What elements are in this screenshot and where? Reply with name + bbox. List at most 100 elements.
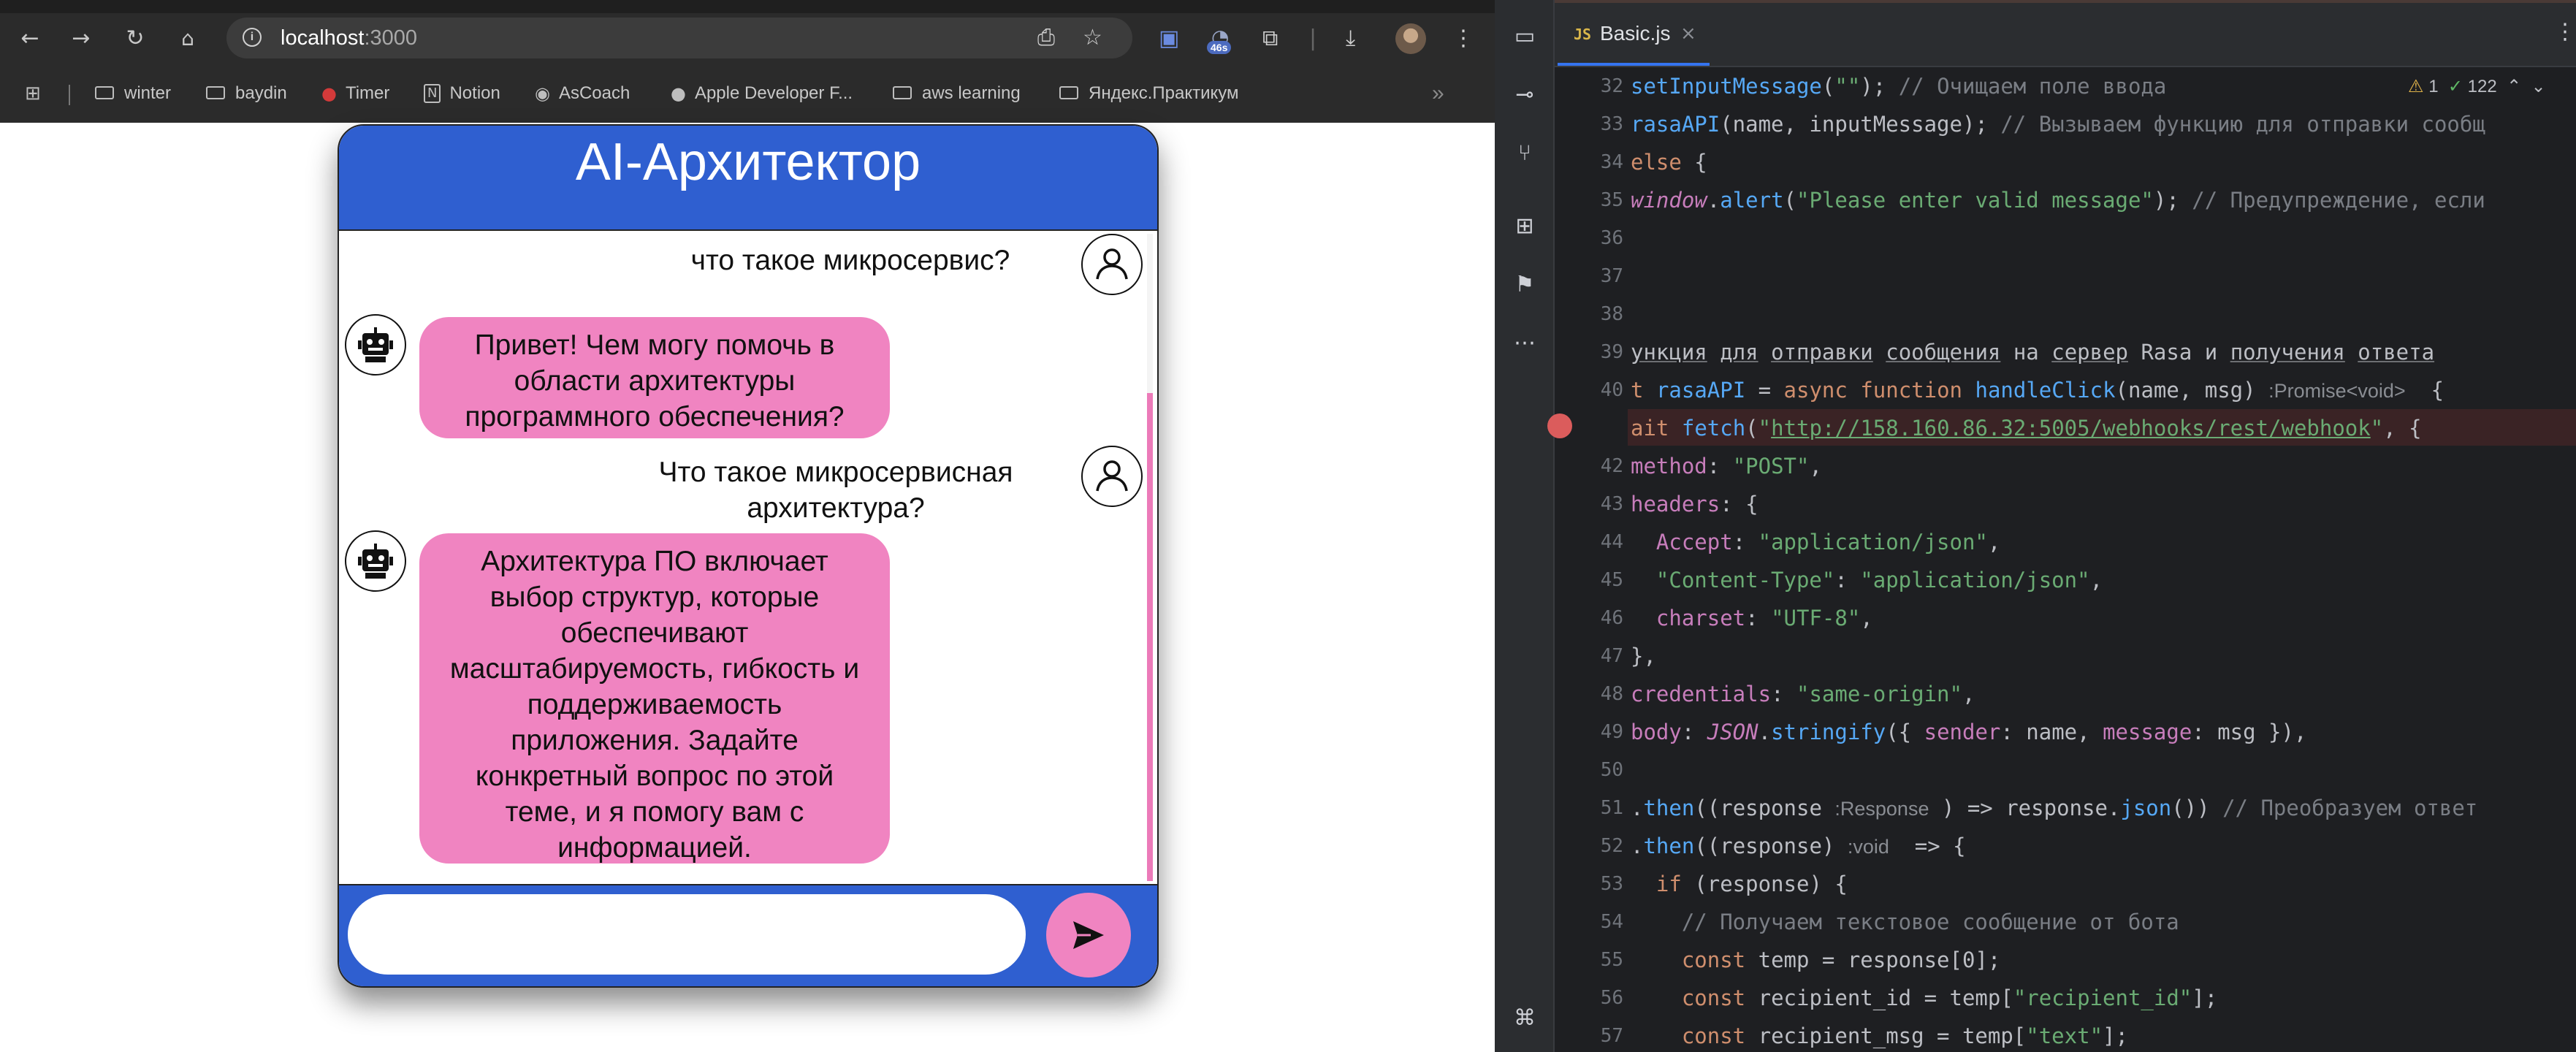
reload-icon[interactable]: ↻ — [120, 23, 150, 54]
editor-tab-label: Basic.js — [1600, 22, 1671, 45]
commit-icon[interactable]: ⊸ — [1510, 80, 1539, 110]
profile-avatar[interactable] — [1395, 23, 1426, 54]
line-number: 56 — [1600, 987, 1623, 1009]
site-info-icon[interactable]: i — [243, 28, 262, 47]
line-number: 46 — [1600, 607, 1623, 629]
line-number: 39 — [1600, 341, 1623, 363]
download-icon[interactable]: ⤓ — [1346, 25, 1355, 53]
bookmark-baydin[interactable]: baydin — [206, 79, 287, 108]
line-number: 34 — [1600, 151, 1623, 173]
bookmark-apple-developer[interactable]: ● Apple Developer F... — [671, 79, 853, 108]
bookmark-star-icon[interactable]: ☆ — [1083, 25, 1102, 51]
code-line[interactable]: t rasaAPI = async function handleClick(n… — [1631, 371, 2444, 410]
code-line[interactable]: rasaAPI(name, inputMessage); // Вызываем… — [1631, 105, 2485, 143]
code-line[interactable]: const temp = response[0]; — [1631, 941, 2001, 979]
apps-grid-icon[interactable]: ⊞ — [25, 79, 50, 108]
line-number: 44 — [1600, 531, 1623, 553]
close-icon[interactable]: × — [1680, 20, 1696, 47]
folder-icon — [206, 85, 225, 99]
bookmark-ascoach[interactable]: ◉ AsCoach — [535, 79, 630, 108]
bookmarks-bar: ⊞ winter baydin ● Timer N Notion ◉ AsCoach … — [0, 64, 1495, 123]
line-number: 35 — [1600, 189, 1623, 211]
url-port: :3000 — [364, 26, 418, 50]
line-number: 38 — [1600, 303, 1623, 325]
home-icon[interactable]: ⌂ — [172, 23, 203, 54]
send-button[interactable] — [1046, 893, 1131, 977]
address-bar[interactable]: i localhost:3000 ⎙ ☆ — [226, 18, 1132, 58]
line-number: 53 — [1600, 873, 1623, 895]
code-line[interactable]: const recipient_msg = temp["text"]; — [1631, 1017, 2128, 1052]
back-icon[interactable]: ← — [15, 23, 45, 54]
code-line[interactable]: ait fetch("http://158.160.86.32:5005/web… — [1631, 409, 2422, 447]
bot-avatar-icon — [345, 314, 406, 376]
line-number: 48 — [1600, 683, 1623, 705]
extensions-icon[interactable]: ⧉ — [1262, 25, 1278, 53]
timer-icon: ● — [321, 83, 337, 104]
code-line[interactable]: setInputMessage(""); // Очищаем поле вво… — [1631, 67, 2166, 105]
bookmark-notion[interactable]: N Notion — [424, 79, 500, 108]
bookmark-timer[interactable]: ● Timer — [321, 79, 389, 108]
code-line[interactable]: Accept: "application/json", — [1631, 523, 2000, 561]
pull-requests-icon[interactable]: ⑂ — [1510, 139, 1539, 168]
code-line[interactable]: method: "POST", — [1631, 447, 1822, 485]
chat-header: AI-Архитектор — [339, 126, 1157, 231]
timer-extension-icon[interactable]: ◔ 46s — [1207, 25, 1238, 56]
bookmark-winter[interactable]: winter — [95, 79, 171, 108]
bookmarks-icon[interactable]: ⚑ — [1510, 270, 1539, 300]
code-line[interactable]: "Content-Type": "application/json", — [1631, 561, 2103, 599]
bookmarks-overflow-icon[interactable]: » — [1432, 79, 1444, 108]
project-folder-icon[interactable]: ▭ — [1510, 22, 1539, 51]
code-line[interactable]: .then((response :Response ) => response.… — [1631, 789, 2477, 828]
code-line[interactable]: body: JSON.stringify({ sender: name, mes… — [1631, 713, 2306, 751]
line-number: 47 — [1600, 645, 1623, 667]
code-line[interactable]: headers: { — [1631, 485, 1758, 523]
browser-toolbar: ← → ↻ ⌂ i localhost:3000 ⎙ ☆ ▣ ◔ 46s ⧉ |… — [0, 13, 1495, 64]
line-number: 42 — [1600, 455, 1623, 477]
install-app-icon[interactable]: ⎙ — [1037, 25, 1055, 51]
message-scrollbar-thumb[interactable] — [1147, 393, 1153, 881]
timer-extension-badge: 46s — [1207, 41, 1232, 54]
bookmark-yandex-praktikum[interactable]: Яндекс.Практикум — [1059, 79, 1239, 108]
structure-icon[interactable]: ⊞ — [1510, 212, 1539, 241]
code-line[interactable]: window.alert("Please enter valid message… — [1631, 181, 2485, 219]
bookmark-label: baydin — [235, 83, 287, 103]
code-line[interactable]: else { — [1631, 143, 1707, 181]
forward-icon[interactable]: → — [66, 23, 96, 54]
notion-icon: N — [424, 84, 441, 103]
editor-tab-basic-js[interactable]: JS Basic.js × — [1558, 3, 1710, 66]
bookmarks-divider — [69, 85, 70, 105]
bookmark-label: Timer — [345, 83, 390, 103]
line-number: 57 — [1600, 1025, 1623, 1047]
code-line[interactable]: const recipient_id = temp["recipient_id"… — [1631, 979, 2217, 1017]
line-number: 33 — [1600, 113, 1623, 135]
javascript-file-icon: JS — [1574, 26, 1592, 43]
apple-icon: ● — [671, 83, 686, 104]
translate-icon[interactable]: ▣ — [1159, 25, 1179, 53]
user-avatar-icon — [1081, 446, 1143, 507]
user-message: Что такое микросервисная архитектура? — [658, 457, 1013, 524]
python-console-icon[interactable]: ⌘ — [1510, 1004, 1539, 1033]
code-line[interactable]: }, — [1631, 637, 1656, 675]
address-url[interactable]: localhost:3000 — [281, 26, 417, 50]
send-icon — [1073, 921, 1104, 949]
more-tools-icon[interactable]: ⋯ — [1510, 329, 1539, 358]
code-line[interactable]: credentials: "same-origin", — [1631, 675, 1975, 713]
code-editor[interactable]: setInputMessage(""); // Очищаем поле вво… — [1631, 67, 2573, 1052]
code-line[interactable]: charset: "UTF-8", — [1631, 599, 1873, 637]
browser-menu-icon[interactable]: ⋮ — [1452, 25, 1474, 53]
message-input[interactable] — [348, 894, 1026, 975]
chat-widget: AI-Архитектор что такое микросервис? При… — [338, 124, 1159, 988]
bookmark-aws-learning[interactable]: aws learning — [893, 79, 1021, 108]
code-line[interactable]: // Получаем текстовое сообщение от бота — [1631, 903, 2179, 941]
editor-tabs-more-icon[interactable]: ⋮ — [2554, 19, 2576, 45]
message-list[interactable]: что такое микросервис? Привет! Чем могу … — [339, 231, 1157, 884]
line-number: 55 — [1600, 949, 1623, 971]
line-number: 43 — [1600, 493, 1623, 515]
bot-message: Привет! Чем могу помочь в области архите… — [419, 317, 890, 438]
breakpoint-icon[interactable] — [1547, 413, 1572, 438]
line-number: 40 — [1600, 379, 1623, 401]
code-line[interactable]: ункция для отправки сообщения на сервер … — [1631, 333, 2434, 371]
code-line[interactable]: .then((response) :void => { — [1631, 827, 1966, 866]
line-number: 49 — [1600, 721, 1623, 743]
code-line[interactable]: if (response) { — [1631, 865, 1848, 903]
